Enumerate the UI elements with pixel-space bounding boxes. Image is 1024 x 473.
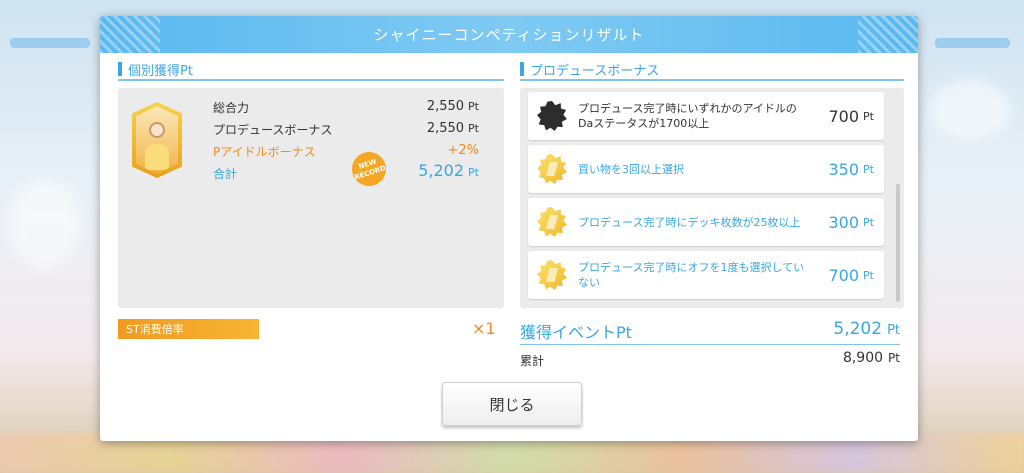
bonus-points: 350 Pt — [828, 159, 875, 179]
bonus-item: プロデュース完了時にいずれかのアイドルのDaステータスが1700以上 700 Pt — [528, 92, 884, 140]
stat-value: 2,550 Pt — [426, 99, 479, 114]
event-pt-value: 5,202 Pt — [833, 319, 900, 339]
stat-row-produce-bonus: プロデュースボーナス 2,550 Pt — [213, 121, 479, 138]
background-stripe — [935, 38, 1010, 48]
produce-bonus-list[interactable]: プロデュース完了時にいずれかのアイドルのDaステータスが1700以上 700 Pt… — [520, 88, 904, 308]
dark-star-badge-icon — [537, 101, 567, 131]
stat-row-total-power: 総合力 2,550 Pt — [213, 99, 479, 116]
st-consumption-label: ST消費倍率 — [118, 319, 259, 339]
stat-label: 総合力 — [213, 101, 250, 115]
stat-value: +2% — [447, 143, 479, 158]
event-pt-label: 獲得イベントPt — [520, 323, 632, 342]
stat-label: 合計 — [213, 167, 238, 181]
bonus-condition: 買い物を3回以上選択 — [578, 162, 684, 176]
background-stripe — [10, 38, 90, 48]
dialog-header: シャイニーコンペティションリザルト — [100, 16, 918, 53]
gold-star-badge-icon — [537, 260, 567, 290]
stat-value: 2,550 Pt — [426, 121, 479, 136]
stat-value: 5,202 Pt — [418, 161, 479, 180]
background-blob — [10, 180, 80, 270]
st-multiplier-value: ×1 — [472, 319, 496, 338]
bonus-points: 700 Pt — [828, 106, 875, 126]
stat-row-p-idol-bonus: Pアイドルボーナス +2% — [213, 143, 479, 160]
idol-face — [149, 122, 165, 138]
produce-bonus-label: プロデュースボーナス — [530, 63, 660, 79]
produce-bonus-section-label: プロデュースボーナス — [520, 59, 904, 81]
bonus-points: 700 Pt — [828, 265, 875, 285]
stat-row-sum: 合計 5,202 Pt — [213, 161, 479, 182]
dialog-title: シャイニーコンペティションリザルト — [373, 26, 645, 44]
stat-label: プロデュースボーナス — [213, 123, 333, 137]
bonus-item: 買い物を3回以上選択 350 Pt — [528, 145, 884, 193]
individual-pt-panel: 総合力 2,550 Pt プロデュースボーナス 2,550 Pt Pアイドルボーナス… — [118, 88, 504, 308]
bonus-list-scrollbar[interactable] — [896, 184, 900, 302]
idol-body — [145, 144, 169, 170]
stat-label: Pアイドルボーナス — [213, 145, 316, 159]
cumulative-label: 累計 — [520, 354, 545, 368]
bonus-item: プロデュース完了時にオフを1度も選択していない 700 Pt — [528, 251, 884, 299]
idol-portrait-badge — [132, 102, 182, 178]
background-blob — [930, 80, 1010, 140]
individual-pt-section-label: 個別獲得Pt — [118, 59, 504, 81]
bonus-condition: プロデュース完了時にデッキ枚数が25枚以上 — [578, 215, 801, 229]
individual-pt-label: 個別獲得Pt — [128, 63, 193, 79]
close-button[interactable]: 閉じる — [442, 382, 582, 426]
result-dialog: シャイニーコンペティションリザルト 個別獲得Pt 総合力 2,550 Pt プロデ… — [100, 16, 918, 441]
bonus-condition: プロデュース完了時にいずれかのアイドルのDaステータスが1700以上 — [578, 102, 797, 130]
gold-star-badge-icon — [537, 154, 567, 184]
idol-portrait — [136, 106, 178, 174]
bonus-points: 300 Pt — [828, 212, 875, 232]
event-pt-divider — [520, 344, 900, 345]
bonus-item: プロデュース完了時にデッキ枚数が25枚以上 300 Pt — [528, 198, 884, 246]
bonus-condition: プロデュース完了時にオフを1度も選択していない — [578, 261, 805, 289]
cumulative-value: 8,900 Pt — [842, 350, 900, 366]
gold-star-badge-icon — [537, 207, 567, 237]
